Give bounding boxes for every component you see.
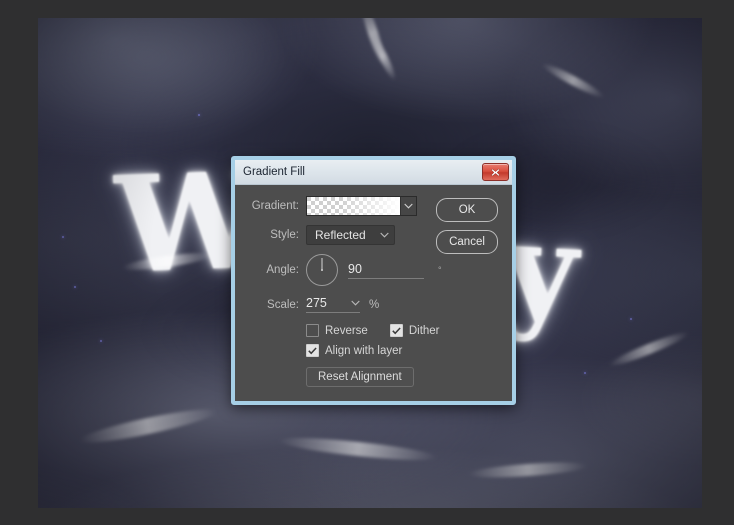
scale-field[interactable]: 275 bbox=[306, 296, 360, 313]
align-with-layer-label: Align with layer bbox=[325, 344, 403, 357]
dialog-body: Gradient: Style: Reflected Angle: 90 ° S… bbox=[235, 185, 512, 401]
angle-input[interactable]: 90 bbox=[348, 262, 424, 279]
chevron-down-icon bbox=[404, 203, 413, 209]
gradient-picker[interactable] bbox=[306, 196, 417, 216]
align-with-layer-checkbox[interactable]: Align with layer bbox=[306, 344, 402, 357]
scale-row: Scale: 275 % bbox=[247, 296, 500, 313]
style-value: Reflected bbox=[315, 228, 366, 242]
chevron-down-icon bbox=[380, 232, 389, 238]
gradient-dropdown-button[interactable] bbox=[400, 197, 416, 215]
close-icon bbox=[491, 168, 500, 176]
scale-unit: % bbox=[369, 298, 380, 311]
close-button[interactable] bbox=[482, 163, 509, 181]
checkmark-icon bbox=[392, 326, 401, 334]
style-label: Style: bbox=[270, 229, 299, 241]
dialog-titlebar[interactable]: Gradient Fill bbox=[235, 160, 512, 185]
align-with-layer-row: Align with layer bbox=[306, 344, 500, 357]
dither-checkbox[interactable]: Dither bbox=[389, 324, 440, 337]
scale-input[interactable]: 275 bbox=[306, 296, 351, 310]
style-select[interactable]: Reflected bbox=[306, 225, 395, 245]
dialog-action-buttons: OK Cancel bbox=[436, 198, 498, 254]
reset-alignment-button[interactable]: Reset Alignment bbox=[306, 367, 414, 387]
checkmark-icon bbox=[308, 346, 317, 354]
dialog-title: Gradient Fill bbox=[243, 166, 305, 178]
angle-unit: ° bbox=[438, 265, 442, 275]
reverse-dither-row: Reverse Dither bbox=[306, 324, 500, 337]
gradient-label: Gradient: bbox=[251, 200, 299, 212]
scale-label: Scale: bbox=[267, 298, 299, 311]
app-root: W y Gradient Fill G bbox=[0, 0, 734, 525]
reverse-label: Reverse bbox=[325, 324, 368, 337]
angle-label: Angle: bbox=[266, 264, 299, 276]
reverse-checkbox-box[interactable] bbox=[306, 324, 319, 337]
cancel-button[interactable]: Cancel bbox=[436, 230, 498, 254]
ok-button[interactable]: OK bbox=[436, 198, 498, 222]
angle-dial-icon[interactable] bbox=[306, 254, 338, 286]
dither-checkbox-box[interactable] bbox=[389, 324, 403, 337]
gradient-fill-dialog: Gradient Fill Gradient: Style: Reflected… bbox=[231, 156, 516, 405]
angle-dial-hub bbox=[321, 269, 323, 271]
align-with-layer-checkbox-box[interactable] bbox=[306, 344, 319, 357]
reverse-checkbox[interactable]: Reverse bbox=[306, 324, 368, 337]
gradient-preview-swatch[interactable] bbox=[307, 197, 400, 215]
chevron-down-icon bbox=[351, 300, 360, 306]
angle-row: Angle: 90 ° bbox=[247, 254, 500, 286]
dither-label: Dither bbox=[408, 324, 440, 337]
